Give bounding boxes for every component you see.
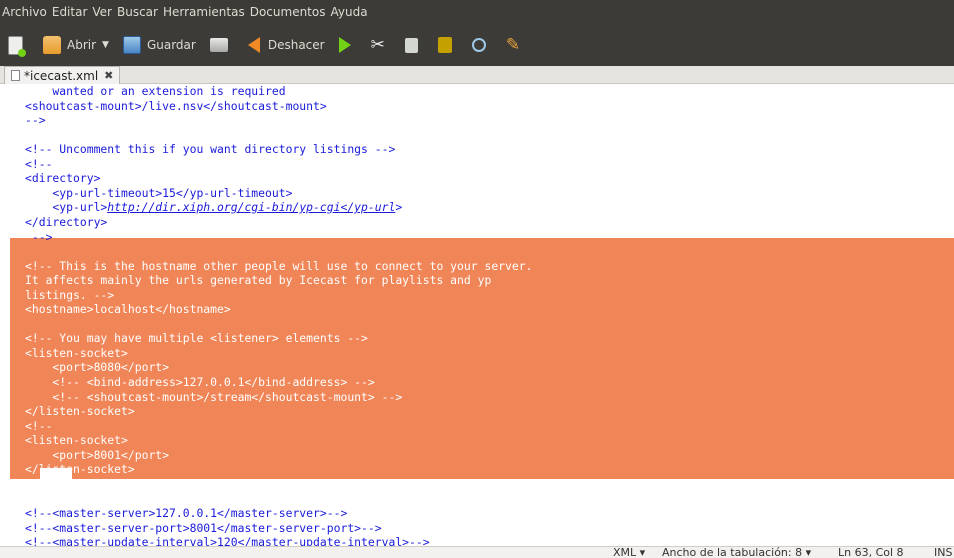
code-line: <yp-url>http://dir.xiph.org/cgi-bin/yp-c… — [25, 200, 403, 214]
code-editor[interactable]: wanted or an extension is required <shout… — [0, 84, 954, 546]
tab-icecast-xml[interactable]: *icecast.xml ✖ — [4, 66, 121, 84]
code-line: <yp-url-timeout>15</yp-url-timeout> — [25, 186, 293, 200]
replace-button[interactable]: ✎ — [506, 35, 526, 55]
toolbar: Abrir ▼ Guardar Deshacer ✂ ✎ — [0, 24, 954, 66]
code-line: <!-- — [25, 157, 53, 171]
copy-icon — [404, 37, 418, 53]
menu-herramientas[interactable]: Herramientas — [163, 5, 245, 19]
file-icon — [11, 70, 20, 81]
tab-width-selector[interactable]: Ancho de la tabulación: 8 ▾ — [662, 547, 811, 558]
cut-button[interactable]: ✂ — [371, 35, 391, 55]
code-line: <!--<master-server>127.0.0.1</master-ser… — [25, 506, 348, 520]
insert-mode: INS — [934, 546, 953, 558]
paste-button[interactable] — [437, 37, 458, 53]
code-line: <hostname>localhost</hostname> — [25, 302, 231, 316]
code-line: <!-- <shoutcast-mount>/stream</shoutcast… — [25, 390, 403, 404]
undo-label: Deshacer — [267, 38, 325, 52]
print-icon — [209, 38, 228, 52]
menu-buscar[interactable]: Buscar — [117, 5, 158, 19]
new-document-icon — [8, 35, 26, 57]
open-folder-icon — [43, 36, 61, 54]
print-button[interactable] — [209, 38, 234, 52]
code-line: <!-- — [25, 419, 53, 433]
code-line: <!--<master-update-interval>120</master-… — [25, 535, 430, 546]
close-tab-icon[interactable]: ✖ — [104, 69, 113, 82]
code-line: <port>8080</port> — [25, 360, 170, 374]
code-line: </listen-socket> — [25, 462, 135, 476]
open-dropdown-icon[interactable]: ▼ — [102, 40, 109, 50]
code-line: <!-- You may have multiple <listener> el… — [25, 331, 368, 345]
url-link[interactable]: http://dir.xiph.org/cgi-bin/yp-cgi</yp-u… — [107, 200, 395, 214]
paste-icon — [437, 37, 452, 53]
menu-bar: Archivo Editar Ver Buscar Herramientas D… — [0, 0, 954, 24]
cursor-position: Ln 63, Col 8 — [838, 546, 904, 558]
code-line: <listen-socket> — [25, 433, 128, 447]
search-icon — [471, 38, 486, 52]
undo-button[interactable]: Deshacer — [247, 37, 325, 53]
redo-button[interactable] — [338, 37, 357, 53]
language-selector[interactable]: XML ▾ — [613, 547, 645, 558]
open-label: Abrir — [67, 38, 97, 52]
code-line: <listen-socket> — [25, 346, 128, 360]
code-line: <port>8001</port> — [25, 448, 170, 462]
tab-title: *icecast.xml — [24, 68, 99, 83]
menu-ayuda[interactable]: Ayuda — [330, 5, 367, 19]
replace-icon: ✎ — [505, 35, 521, 55]
code-line: --> — [25, 113, 46, 127]
code-line: <directory> — [25, 171, 101, 185]
menu-archivo[interactable]: Archivo — [2, 5, 47, 19]
code-line: --> — [25, 477, 46, 491]
code-line: wanted or an extension is required — [25, 84, 286, 98]
code-line: </directory> — [25, 215, 108, 229]
code-line: listings. --> — [25, 288, 115, 302]
menu-editar[interactable]: Editar — [52, 5, 88, 19]
code-line: It affects mainly the urls generated by … — [25, 273, 492, 287]
code-line: <shoutcast-mount>/live.nsv</shoutcast-mo… — [25, 99, 327, 113]
code-line: --> — [25, 230, 53, 244]
save-label: Guardar — [146, 38, 196, 52]
tab-strip: *icecast.xml ✖ — [0, 66, 954, 84]
find-button[interactable] — [471, 38, 492, 52]
menu-documentos[interactable]: Documentos — [250, 5, 326, 19]
save-button[interactable]: Guardar — [122, 36, 196, 54]
open-button[interactable]: Abrir ▼ — [43, 36, 109, 54]
code-line: <!-- <bind-address>127.0.0.1</bind-addre… — [25, 375, 375, 389]
redo-icon — [338, 37, 351, 53]
save-icon — [122, 36, 141, 54]
code-line: <!-- Uncomment this if you want director… — [25, 142, 396, 156]
code-line: <!-- This is the hostname other people w… — [25, 259, 533, 273]
menu-ver[interactable]: Ver — [92, 5, 112, 19]
scissors-icon: ✂ — [370, 35, 385, 55]
new-button[interactable] — [8, 35, 29, 57]
code-line: <!--<master-server-port>8001</master-ser… — [25, 521, 382, 535]
undo-icon — [247, 37, 260, 53]
status-bar: XML ▾ Ancho de la tabulación: 8 ▾ Ln 63,… — [0, 546, 954, 558]
code-line: </listen-socket> — [25, 404, 135, 418]
copy-button[interactable] — [404, 37, 424, 53]
